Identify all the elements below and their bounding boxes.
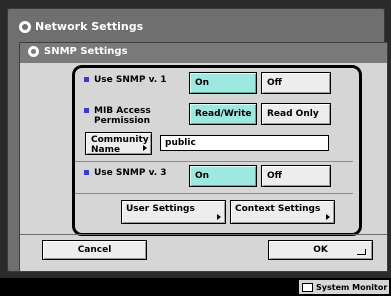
mib-access-label-text: MIB Access Permission	[94, 106, 151, 126]
cancel-button[interactable]: Cancel	[42, 240, 147, 260]
system-monitor-label: System Monitor	[316, 282, 388, 292]
snmp-options-group: Use SNMP v. 1 On Off MIB Access Permissi…	[72, 65, 362, 236]
mib-label-line1: MIB Access	[94, 106, 151, 116]
system-monitor-button[interactable]: System Monitor	[299, 280, 389, 294]
snmp-settings-panel: SNMP Settings Use SNMP v. 1 On Off MIB A…	[19, 42, 388, 272]
snmp-v3-on-button[interactable]: On	[189, 165, 257, 187]
snmp-v3-off-button[interactable]: Off	[261, 165, 331, 187]
divider	[75, 161, 353, 162]
footer-divider	[20, 234, 387, 235]
monitor-icon	[302, 282, 313, 292]
network-icon	[19, 20, 31, 33]
community-name-label: Community Name	[91, 135, 149, 155]
bullet-icon	[84, 170, 89, 175]
community-name-button[interactable]: Community Name	[85, 132, 152, 155]
arrow-right-icon	[217, 214, 221, 220]
community-line1: Community	[91, 135, 149, 145]
community-line2: Name	[91, 145, 121, 155]
ok-button[interactable]: OK	[268, 240, 373, 260]
panel-title: SNMP Settings	[28, 46, 128, 57]
arrow-right-icon	[143, 145, 147, 151]
ok-label: OK	[313, 245, 328, 255]
snmp-v1-label: Use SNMP v. 1	[84, 75, 167, 85]
network-settings-panel: Network Settings SNMP Settings Use SNMP …	[7, 8, 388, 272]
snmp-v3-label: Use SNMP v. 3	[84, 168, 167, 178]
return-icon	[357, 249, 366, 255]
read-only-button[interactable]: Read Only	[261, 103, 331, 125]
mib-access-label: MIB Access Permission	[84, 106, 151, 126]
snmp-header: SNMP Settings	[20, 43, 387, 63]
bullet-icon	[84, 108, 89, 113]
read-write-button[interactable]: Read/Write	[189, 103, 257, 125]
user-settings-button[interactable]: User Settings	[121, 200, 226, 224]
screen: Network Settings SNMP Settings Use SNMP …	[0, 0, 391, 296]
community-name-field[interactable]: public	[160, 135, 329, 151]
bullet-icon	[84, 77, 89, 82]
arrow-right-icon	[326, 214, 330, 220]
context-settings-button[interactable]: Context Settings	[230, 200, 335, 224]
window-title-text: Network Settings	[35, 20, 144, 33]
snmp-v1-on-button[interactable]: On	[189, 72, 257, 94]
snmp-icon	[28, 46, 39, 57]
divider	[75, 193, 353, 194]
mib-label-line2: Permission	[94, 116, 150, 126]
snmp-v1-label-text: Use SNMP v. 1	[94, 75, 167, 85]
snmp-v3-label-text: Use SNMP v. 3	[94, 168, 167, 178]
panel-title-text: SNMP Settings	[44, 46, 128, 57]
user-settings-label: User Settings	[126, 204, 195, 214]
window-title: Network Settings	[19, 20, 143, 33]
context-settings-label: Context Settings	[235, 204, 321, 214]
snmp-v1-off-button[interactable]: Off	[261, 72, 331, 94]
